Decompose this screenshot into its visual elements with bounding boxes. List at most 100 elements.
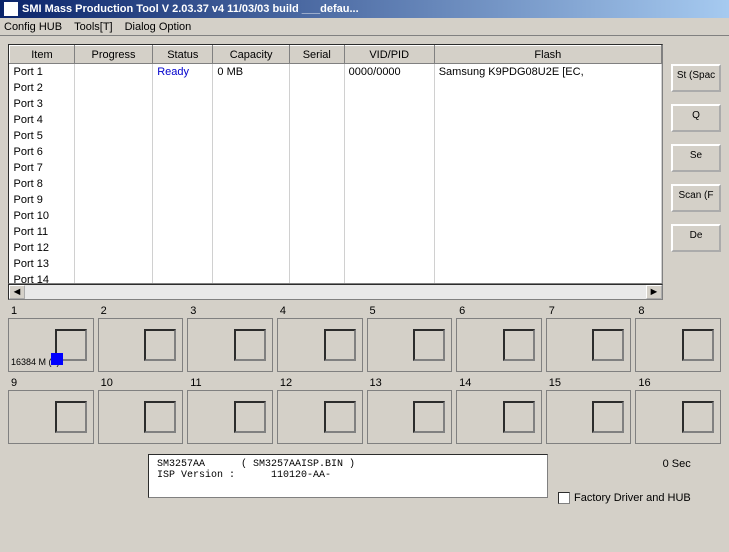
cell-flash <box>434 256 661 272</box>
settings-button[interactable]: Se <box>671 144 721 172</box>
cell-item: Port 2 <box>10 80 75 96</box>
col-item[interactable]: Item <box>10 46 75 64</box>
col-serial[interactable]: Serial <box>289 46 344 64</box>
port-indicator <box>51 353 63 365</box>
port-slot-9[interactable]: 9 <box>8 390 94 444</box>
cell-vidpid <box>344 80 434 96</box>
scroll-left-icon[interactable]: ◄ <box>9 285 25 299</box>
port-slot-4[interactable]: 4 <box>277 318 363 372</box>
col-progress[interactable]: Progress <box>74 46 152 64</box>
scroll-right-icon[interactable]: ► <box>646 285 662 299</box>
factory-checkbox[interactable] <box>558 492 570 504</box>
cell-item: Port 8 <box>10 176 75 192</box>
cell-item: Port 9 <box>10 192 75 208</box>
cell-capacity <box>213 176 289 192</box>
h-scrollbar[interactable]: ◄ ► <box>8 284 663 300</box>
port-slot-8[interactable]: 8 <box>635 318 721 372</box>
cell-status <box>153 272 213 285</box>
port-slot-5[interactable]: 5 <box>367 318 453 372</box>
cell-flash <box>434 208 661 224</box>
cell-item: Port 6 <box>10 144 75 160</box>
scroll-track[interactable] <box>25 285 646 299</box>
port-slot-16[interactable]: 16 <box>635 390 721 444</box>
menu-dialog[interactable]: Dialog Option <box>125 21 192 33</box>
cell-flash <box>434 272 661 285</box>
port-box <box>503 401 535 433</box>
port-slot-14[interactable]: 14 <box>456 390 542 444</box>
menubar: Config HUB Tools[T] Dialog Option <box>0 18 729 36</box>
port-number: 3 <box>190 305 196 317</box>
table-row[interactable]: Port 5 <box>10 128 662 144</box>
col-capacity[interactable]: Capacity <box>213 46 289 64</box>
cell-vidpid <box>344 272 434 285</box>
port-number: 15 <box>549 377 561 389</box>
cell-serial <box>289 80 344 96</box>
port-slot-7[interactable]: 7 <box>546 318 632 372</box>
cell-vidpid <box>344 208 434 224</box>
port-slot-1[interactable]: 116384 M (0) <box>8 318 94 372</box>
cell-capacity <box>213 272 289 285</box>
table-row[interactable]: Port 4 <box>10 112 662 128</box>
table-row[interactable]: Port 2 <box>10 80 662 96</box>
table-row[interactable]: Port 14 <box>10 272 662 285</box>
cell-serial <box>289 96 344 112</box>
cell-progress <box>74 208 152 224</box>
port-table: ItemProgressStatusCapacitySerialVID/PIDF… <box>8 44 663 284</box>
cell-serial <box>289 240 344 256</box>
menu-tools[interactable]: Tools[T] <box>74 21 113 33</box>
q-button[interactable]: Q <box>671 104 721 132</box>
cell-item: Port 1 <box>10 64 75 80</box>
table-row[interactable]: Port 9 <box>10 192 662 208</box>
port-slot-10[interactable]: 10 <box>98 390 184 444</box>
port-number: 2 <box>101 305 107 317</box>
cell-item: Port 3 <box>10 96 75 112</box>
cell-status <box>153 80 213 96</box>
port-number: 9 <box>11 377 17 389</box>
cell-status <box>153 128 213 144</box>
port-slot-6[interactable]: 6 <box>456 318 542 372</box>
cell-progress <box>74 64 152 80</box>
col-vid/pid[interactable]: VID/PID <box>344 46 434 64</box>
col-flash[interactable]: Flash <box>434 46 661 64</box>
scan-button[interactable]: Scan (F <box>671 184 721 212</box>
port-slot-12[interactable]: 12 <box>277 390 363 444</box>
table-row[interactable]: Port 6 <box>10 144 662 160</box>
de-button[interactable]: De <box>671 224 721 252</box>
table-row[interactable]: Port 13 <box>10 256 662 272</box>
port-slot-11[interactable]: 11 <box>187 390 273 444</box>
start-button[interactable]: St (Spac <box>671 64 721 92</box>
port-number: 14 <box>459 377 471 389</box>
port-box <box>503 329 535 361</box>
port-slot-15[interactable]: 15 <box>546 390 632 444</box>
cell-flash <box>434 144 661 160</box>
cell-progress <box>74 128 152 144</box>
table-row[interactable]: Port 1Ready0 MB0000/0000Samsung K9PDG08U… <box>10 64 662 80</box>
cell-capacity <box>213 112 289 128</box>
cell-serial <box>289 112 344 128</box>
table-row[interactable]: Port 3 <box>10 96 662 112</box>
cell-status <box>153 96 213 112</box>
port-slot-2[interactable]: 2 <box>98 318 184 372</box>
port-slot-13[interactable]: 13 <box>367 390 453 444</box>
cell-progress <box>74 192 152 208</box>
cell-progress <box>74 256 152 272</box>
cell-status <box>153 112 213 128</box>
menu-config[interactable]: Config HUB <box>4 21 62 33</box>
cell-item: Port 13 <box>10 256 75 272</box>
table-row[interactable]: Port 7 <box>10 160 662 176</box>
col-status[interactable]: Status <box>153 46 213 64</box>
cell-progress <box>74 272 152 285</box>
cell-flash <box>434 96 661 112</box>
port-box <box>144 401 176 433</box>
cell-flash <box>434 176 661 192</box>
info-box: SM3257AA ( SM3257AAISP.BIN ) ISP Version… <box>148 454 548 498</box>
table-row[interactable]: Port 10 <box>10 208 662 224</box>
table-row[interactable]: Port 12 <box>10 240 662 256</box>
table-row[interactable]: Port 8 <box>10 176 662 192</box>
cell-status <box>153 256 213 272</box>
cell-capacity <box>213 96 289 112</box>
table-row[interactable]: Port 11 <box>10 224 662 240</box>
cell-progress <box>74 176 152 192</box>
port-box <box>324 329 356 361</box>
port-slot-3[interactable]: 3 <box>187 318 273 372</box>
